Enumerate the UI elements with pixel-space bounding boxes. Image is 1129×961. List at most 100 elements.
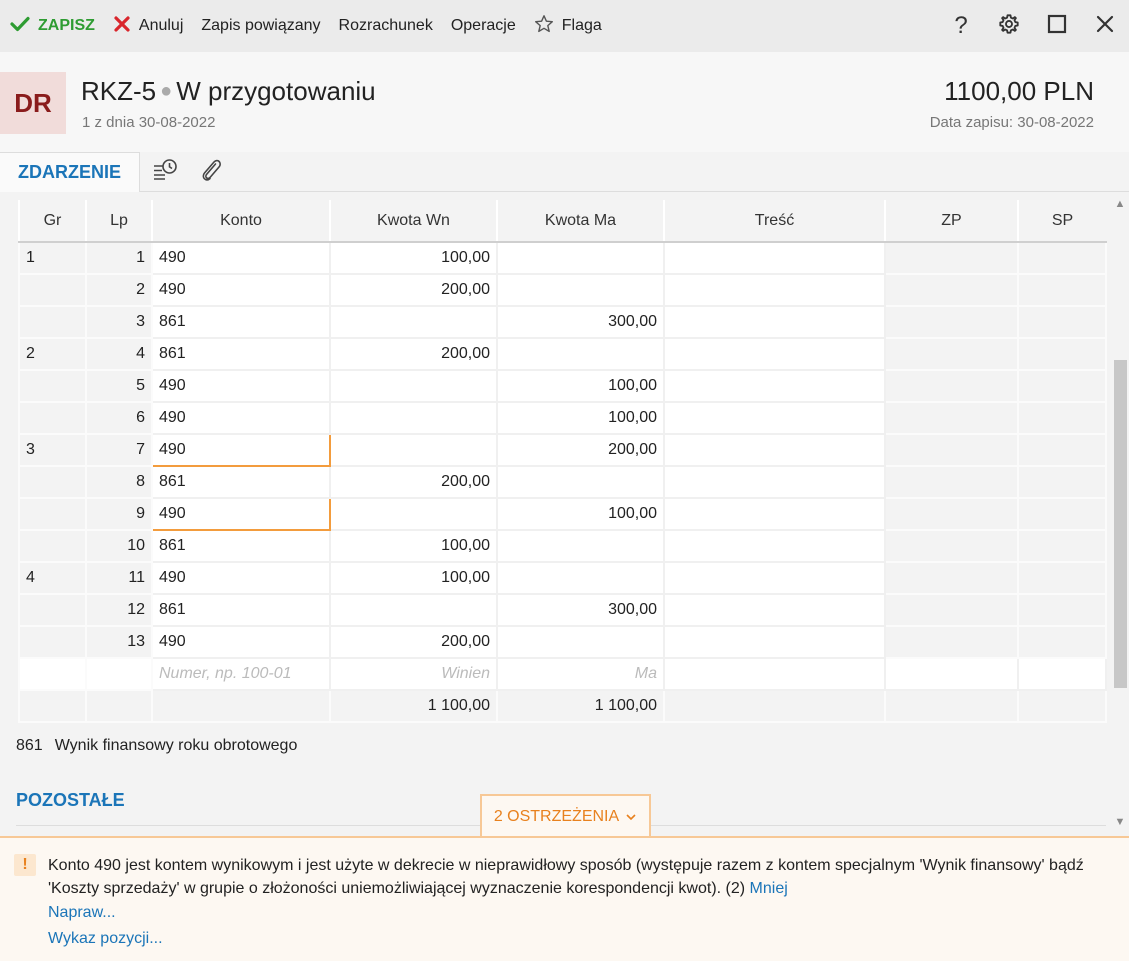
cell-credit[interactable]: 100,00 [496,401,665,435]
cell-credit[interactable]: 300,00 [496,305,665,339]
table-row[interactable]: 2 4 861 200,00 [18,337,1107,371]
column-header-lp[interactable]: Lp [85,200,152,243]
cell-account[interactable]: 861 [151,529,331,563]
tab-history[interactable] [150,158,180,186]
cell-account[interactable]: 490 [151,401,331,435]
cell-credit[interactable]: 100,00 [496,369,665,403]
column-header-zp[interactable]: ZP [884,200,1018,243]
cell-debit[interactable]: 200,00 [329,465,498,499]
tab-event[interactable]: ZDARZENIE [0,152,140,192]
new-account-input[interactable]: Numer, np. 100-01 [151,657,331,691]
cell-debit[interactable] [329,401,498,435]
table-row[interactable]: 13 490 200,00 [18,625,1107,659]
column-header-debit[interactable]: Kwota Wn [329,200,497,243]
table-row[interactable]: 3 7 490 200,00 [18,433,1107,467]
cell-description[interactable] [663,465,886,499]
cell-debit[interactable]: 100,00 [329,529,498,563]
cell-credit[interactable]: 200,00 [496,433,665,467]
new-credit-input[interactable]: Ma [496,657,665,691]
table-row[interactable]: 6 490 100,00 [18,401,1107,435]
cell-debit[interactable]: 200,00 [329,337,498,371]
cell-debit[interactable] [329,369,498,403]
cell-description[interactable] [663,401,886,435]
cell-account[interactable]: 861 [151,305,331,339]
cell-credit[interactable] [496,625,665,659]
cell-description[interactable] [663,497,886,531]
new-description-input[interactable] [663,657,886,691]
cell-debit[interactable] [329,433,498,467]
cell-account[interactable]: 490 [151,369,331,403]
cell-account[interactable]: 490 [151,242,331,275]
table-row[interactable]: 5 490 100,00 [18,369,1107,403]
cell-credit[interactable] [496,337,665,371]
cell-account[interactable]: 861 [151,465,331,499]
table-row[interactable]: 2 490 200,00 [18,273,1107,307]
cell-description[interactable] [663,369,886,403]
table-row[interactable]: 12 861 300,00 [18,593,1107,627]
new-debit-input[interactable]: Winien [329,657,498,691]
cell-debit[interactable]: 100,00 [329,561,498,595]
cancel-button[interactable]: Anuluj [104,0,192,52]
tab-attachments[interactable] [196,158,226,186]
close-button[interactable] [1081,0,1129,52]
linked-entry-button[interactable]: Zapis powiązany [192,0,329,52]
settlement-button[interactable]: Rozrachunek [330,0,442,52]
cell-credit[interactable]: 300,00 [496,593,665,627]
cell-account[interactable]: 861 [151,337,331,371]
cell-description[interactable] [663,625,886,659]
cell-credit[interactable] [496,465,665,499]
cell-description[interactable] [663,593,886,627]
cell-debit[interactable] [329,593,498,627]
list-items-link[interactable]: Wykaz pozycji... [48,930,163,948]
cell-description[interactable] [663,273,886,307]
table-row[interactable]: 8 861 200,00 [18,465,1107,499]
cell-credit[interactable] [496,529,665,563]
cell-credit[interactable]: 100,00 [496,497,665,531]
cell-account[interactable]: 490 [151,561,331,595]
cell-description[interactable] [663,305,886,339]
cell-description[interactable] [663,433,886,467]
scroll-up-icon[interactable]: ▲ [1113,198,1127,212]
cell-description[interactable] [663,242,886,275]
flag-button[interactable]: Flaga [525,0,611,52]
table-row[interactable]: 9 490 100,00 [18,497,1107,531]
table-row[interactable]: 1 1 490 100,00 [18,242,1107,275]
save-button[interactable]: ZAPISZ [0,0,104,52]
maximize-button[interactable] [1033,0,1081,52]
cell-description[interactable] [663,561,886,595]
cell-description[interactable] [663,337,886,371]
cell-account[interactable]: 490 [151,273,331,307]
table-row[interactable]: 3 861 300,00 [18,305,1107,339]
cell-description[interactable] [663,529,886,563]
cell-debit[interactable]: 200,00 [329,273,498,307]
cell-account[interactable]: 490 [151,625,331,659]
cell-debit[interactable]: 200,00 [329,625,498,659]
warnings-toggle[interactable]: 2 OSTRZEŻENIA [480,794,651,838]
scroll-down-icon[interactable]: ▼ [1113,816,1127,830]
section-title-other[interactable]: POZOSTAŁE [16,790,125,811]
cell-account[interactable]: 861 [151,593,331,627]
column-header-gr[interactable]: Gr [18,200,86,243]
column-header-sp[interactable]: SP [1017,200,1106,243]
cell-credit[interactable] [496,273,665,307]
cell-account-warning[interactable]: 490 [151,433,331,467]
scrollbar-thumb[interactable] [1114,360,1127,688]
cell-credit[interactable] [496,242,665,275]
cell-debit[interactable] [329,497,498,531]
show-less-link[interactable]: Mniej [750,880,788,897]
column-header-credit[interactable]: Kwota Ma [496,200,664,243]
operations-button[interactable]: Operacje [442,0,525,52]
column-header-description[interactable]: Treść [663,200,885,243]
cell-sp [1017,401,1107,435]
column-header-account[interactable]: Konto [151,200,330,243]
table-row[interactable]: 10 861 100,00 [18,529,1107,563]
help-button[interactable]: ? [937,0,985,52]
table-row[interactable]: 4 11 490 100,00 [18,561,1107,595]
settings-button[interactable] [985,0,1033,52]
cell-account-warning[interactable]: 490 [151,497,331,531]
new-entry-row[interactable]: Numer, np. 100-01 Winien Ma [18,657,1107,691]
fix-link[interactable]: Napraw... [48,904,116,922]
cell-debit[interactable]: 100,00 [329,242,498,275]
cell-debit[interactable] [329,305,498,339]
cell-credit[interactable] [496,561,665,595]
